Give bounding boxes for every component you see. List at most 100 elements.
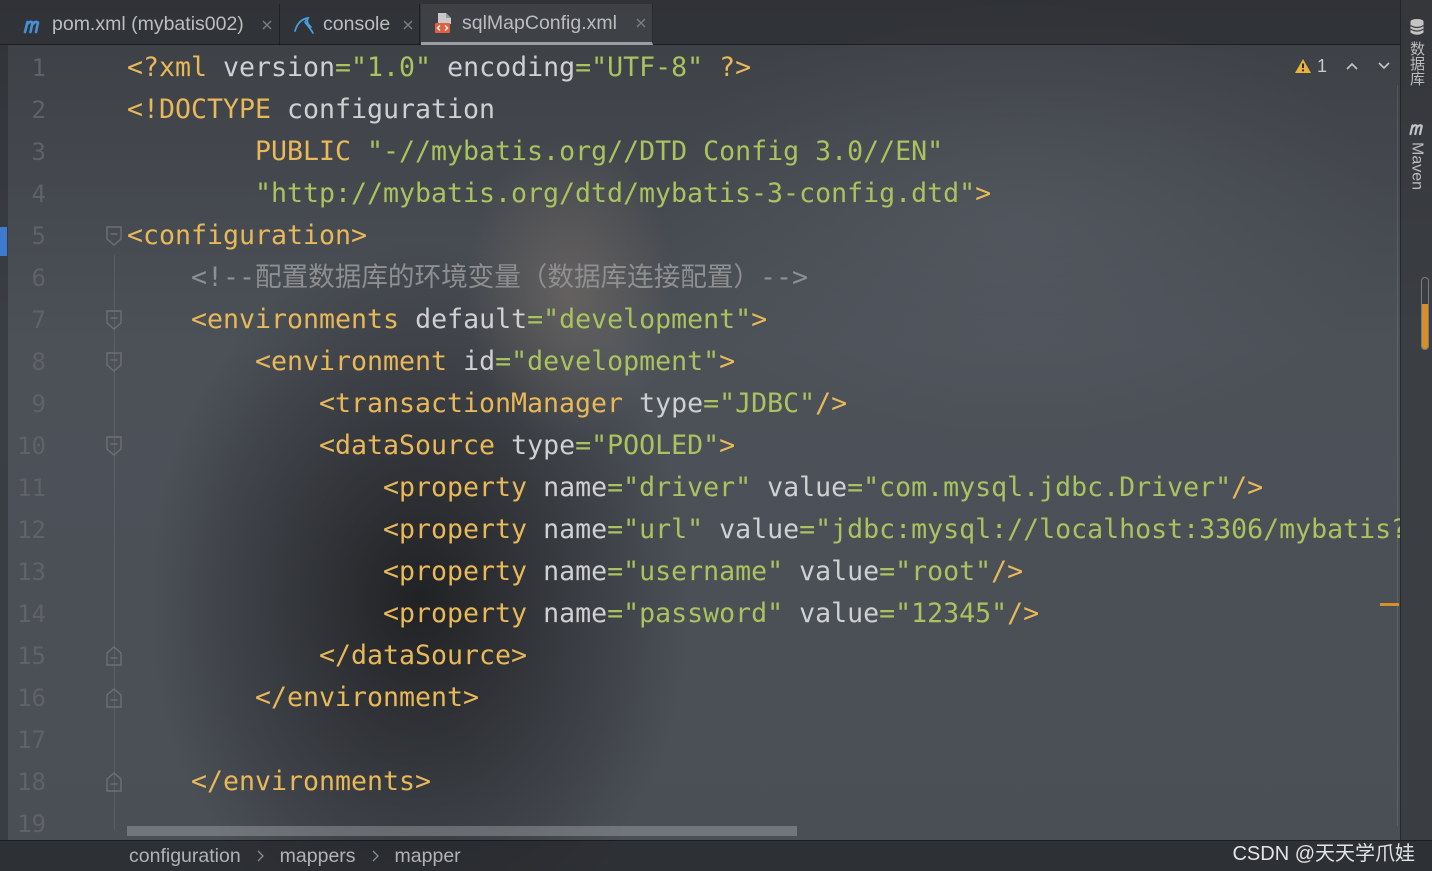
code-line[interactable]: 12 <property name="url" value="jdbc:mysq…	[0, 509, 1400, 551]
fold-end-icon[interactable]	[105, 646, 123, 666]
fold-start-icon[interactable]	[105, 310, 123, 330]
scroll-indicator[interactable]	[1421, 277, 1429, 350]
code-line[interactable]: 18 </environments>	[0, 761, 1400, 803]
code-token-value: ="url"	[607, 514, 704, 545]
code-line[interactable]: 15 </dataSource>	[0, 635, 1400, 677]
fold-end-icon[interactable]	[105, 688, 123, 708]
code-line[interactable]: 8 <environment id="development">	[0, 341, 1400, 383]
code-token-value: "http://mybatis.org/dtd/mybatis-3-config…	[255, 178, 976, 209]
code-line[interactable]: 16 </environment>	[0, 677, 1400, 719]
code-line[interactable]: 6 <!--配置数据库的环境变量（数据库连接配置）-->	[0, 257, 1400, 299]
code-token-attr: value	[799, 556, 880, 587]
line-number[interactable]: 4	[0, 173, 46, 215]
breadcrumb-item-mappers[interactable]: mappers	[280, 845, 356, 868]
tab-close-button[interactable]	[402, 19, 414, 31]
line-number[interactable]: 11	[0, 467, 46, 509]
line-number[interactable]: 7	[0, 299, 46, 341]
line-number[interactable]: 1	[0, 47, 46, 89]
tab-close-button[interactable]	[261, 19, 273, 31]
line-number[interactable]: 5	[0, 215, 46, 257]
warning-count: 1	[1317, 55, 1328, 76]
line-number[interactable]: 19	[0, 803, 46, 840]
tab-sqlmapconfig-xml[interactable]: sqlMapConfig.xml	[421, 4, 653, 45]
code-line[interactable]: 14 <property name="password" value="1234…	[0, 593, 1400, 635]
code-token-tag: <property	[383, 472, 528, 503]
code-token-value: ="jdbc:mysql://localhost:3306/mybatis?	[799, 514, 1400, 545]
code-editor[interactable]: 1 <?xml version="1.0" encoding="UTF-8" ?>…	[0, 45, 1400, 840]
code-line[interactable]: 7 <environments default="development">	[0, 299, 1400, 341]
chevron-down-icon[interactable]	[1377, 60, 1391, 72]
code-token-attr: name	[543, 556, 608, 587]
code-token-comment: <!--配置数据库的环境变量（数据库连接配置）-->	[191, 262, 809, 293]
line-number[interactable]: 14	[0, 593, 46, 635]
tool-window-database[interactable]: 数据库	[1401, 18, 1432, 86]
code-line[interactable]: 2 <!DOCTYPE configuration	[0, 89, 1400, 131]
code-text: <dataSource type="POOLED">	[127, 425, 735, 467]
breadcrumb-item-configuration[interactable]: configuration	[129, 845, 241, 868]
database-icon	[1409, 18, 1425, 36]
fold-end-icon[interactable]	[105, 772, 123, 792]
code-token-value: ="12345"	[879, 598, 1008, 629]
horizontal-scrollbar[interactable]	[127, 826, 797, 836]
line-number[interactable]: 3	[0, 131, 46, 173]
code-token-value: ="com.mysql.jdbc.Driver"	[847, 472, 1232, 503]
line-number[interactable]: 17	[0, 719, 46, 761]
editor-tab-bar: pom.xml (mybatis002) console sqlMapConfi…	[0, 0, 1400, 45]
line-number[interactable]: 16	[0, 677, 46, 719]
code-token-tag: >	[719, 430, 736, 461]
code-token-attr: value	[719, 514, 800, 545]
line-number[interactable]: 13	[0, 551, 46, 593]
line-number[interactable]: 2	[0, 89, 46, 131]
code-line[interactable]: 9 <transactionManager type="JDBC"/>	[0, 383, 1400, 425]
chevron-up-icon[interactable]	[1345, 60, 1359, 72]
code-token-tag: />	[815, 388, 848, 419]
fold-start-icon[interactable]	[105, 352, 123, 372]
line-number[interactable]: 18	[0, 761, 46, 803]
code-text: "http://mybatis.org/dtd/mybatis-3-config…	[127, 173, 991, 215]
code-line[interactable]: 10 <dataSource type="POOLED">	[0, 425, 1400, 467]
code-token-tag: ?>	[719, 52, 752, 83]
line-number[interactable]: 15	[0, 635, 46, 677]
fold-start-icon[interactable]	[105, 226, 123, 246]
code-line[interactable]: 17	[0, 719, 1400, 761]
code-line[interactable]: 5 <configuration>	[0, 215, 1400, 257]
tab-close-button[interactable]	[635, 17, 647, 29]
inspection-widget[interactable]: 1	[1294, 54, 1391, 78]
code-token-tag: </environment>	[255, 682, 480, 713]
error-stripe[interactable]	[1397, 85, 1398, 826]
tab-pom-xml[interactable]: pom.xml (mybatis002)	[10, 4, 280, 45]
code-line[interactable]: 1 <?xml version="1.0" encoding="UTF-8" ?>	[0, 47, 1400, 89]
code-line[interactable]: 13 <property name="username" value="root…	[0, 551, 1400, 593]
line-number[interactable]: 8	[0, 341, 46, 383]
scroll-indicator-fill	[1422, 304, 1428, 349]
code-token-value: ="POOLED"	[575, 430, 720, 461]
tab-console[interactable]: console	[281, 4, 420, 45]
code-token-value: ="1.0"	[335, 52, 432, 83]
line-number[interactable]: 12	[0, 509, 46, 551]
breadcrumb-item-mapper[interactable]: mapper	[395, 845, 461, 868]
error-stripe-marker[interactable]	[1380, 603, 1399, 606]
watermark: CSDN @天天学爪娃	[1232, 843, 1415, 865]
line-number[interactable]: 10	[0, 425, 46, 467]
code-text: <environments default="development">	[127, 299, 767, 341]
code-line[interactable]: 3 PUBLIC "-//mybatis.org//DTD Config 3.0…	[0, 131, 1400, 173]
code-line[interactable]: 4 "http://mybatis.org/dtd/mybatis-3-conf…	[0, 173, 1400, 215]
code-token-tag: <transactionManager	[319, 388, 624, 419]
line-number[interactable]: 6	[0, 257, 46, 299]
right-tool-window-bar: 数据库 Maven	[1400, 0, 1432, 840]
tool-window-maven[interactable]: Maven	[1401, 119, 1432, 190]
code-token-value: ="UTF-8"	[575, 52, 704, 83]
line-number[interactable]: 9	[0, 383, 46, 425]
code-token-value: ="password"	[607, 598, 784, 629]
code-line[interactable]: 11 <property name="driver" value="com.my…	[0, 467, 1400, 509]
fold-start-icon[interactable]	[105, 436, 123, 456]
